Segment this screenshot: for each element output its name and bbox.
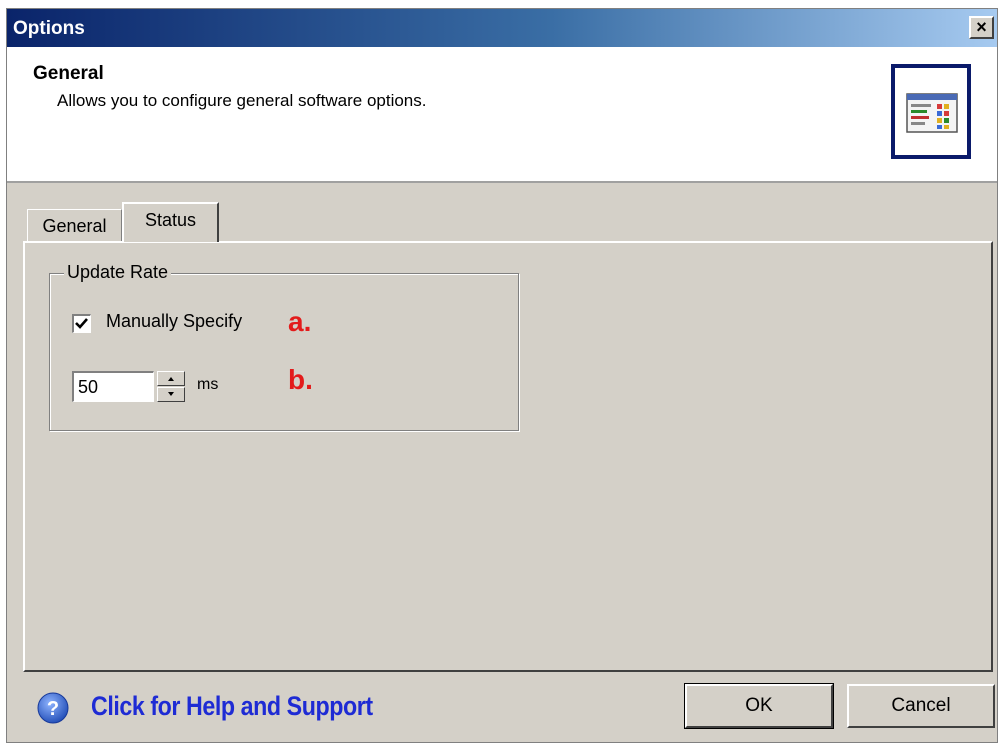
title-bar[interactable]: Options × xyxy=(7,9,997,47)
svg-text:?: ? xyxy=(47,698,59,720)
question-icon[interactable]: ? xyxy=(37,692,69,724)
window-title: Options xyxy=(13,18,85,39)
arrow-down-icon xyxy=(168,392,174,396)
header-title: General xyxy=(33,63,104,84)
update-rate-group-label: Update Rate xyxy=(64,262,172,283)
ok-button[interactable]: OK xyxy=(684,683,834,729)
update-rate-group: Update Rate Manually Specify a. 50 ms b. xyxy=(49,262,519,431)
checkmark-icon xyxy=(75,318,88,329)
close-button[interactable]: × xyxy=(969,16,994,39)
tab-general-label: General xyxy=(42,216,107,236)
options-dialog: Options × General Allows you to configur… xyxy=(6,8,998,743)
settings-window-icon xyxy=(891,64,971,159)
header-description: Allows you to configure general software… xyxy=(57,91,427,110)
help-support-link[interactable]: Click for Help and Support xyxy=(91,691,373,722)
manually-specify-checkbox[interactable] xyxy=(72,314,91,333)
arrow-up-icon xyxy=(168,377,174,381)
tab-status-label: Status xyxy=(144,210,197,230)
spin-down-button[interactable] xyxy=(157,387,185,402)
cancel-button[interactable]: Cancel xyxy=(847,684,995,728)
update-rate-spinner xyxy=(157,371,185,402)
spin-up-button[interactable] xyxy=(157,371,185,386)
close-icon: × xyxy=(976,17,987,37)
tab-general[interactable]: General xyxy=(27,209,122,241)
annotation-a: a. xyxy=(288,306,312,337)
manually-specify-label[interactable]: Manually Specify xyxy=(106,311,242,332)
unit-label: ms xyxy=(197,376,219,393)
status-tab-panel: Update Rate Manually Specify a. 50 ms b. xyxy=(23,241,993,672)
update-rate-input[interactable] xyxy=(72,371,154,402)
tab-status[interactable]: Status xyxy=(122,202,219,242)
annotation-b: b. xyxy=(288,364,313,395)
header-banner: General Allows you to configure general … xyxy=(7,47,997,183)
